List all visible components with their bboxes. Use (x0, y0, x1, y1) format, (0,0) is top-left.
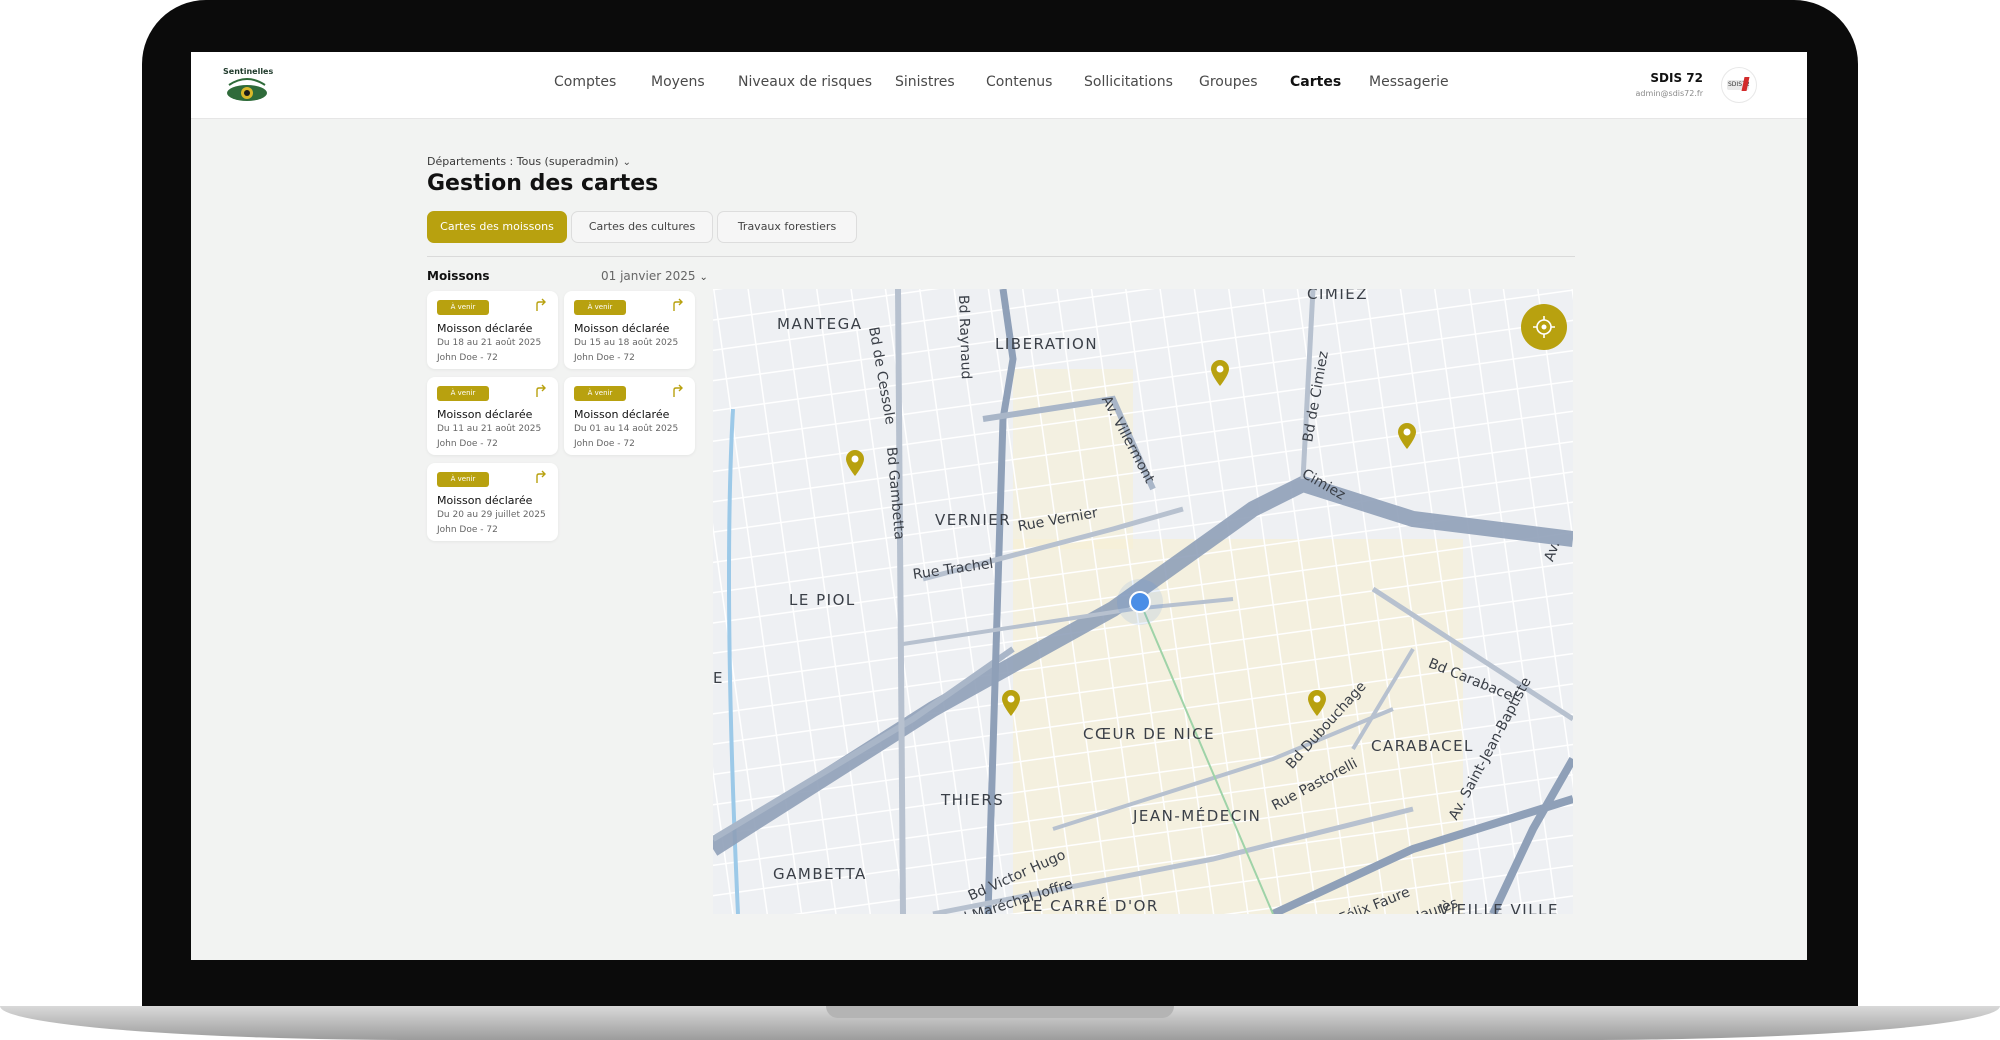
nav-cartes[interactable]: Cartes (1290, 74, 1341, 90)
date-select[interactable]: 01 janvier 2025 ⌄ (601, 269, 708, 283)
card-author: John Doe - 72 (574, 439, 635, 449)
nav-sinistres[interactable]: Sinistres (895, 74, 955, 90)
status-badge: À venir (437, 300, 489, 315)
status-badge: À venir (574, 300, 626, 315)
card-author: John Doe - 72 (437, 525, 498, 535)
tab-cartes-des-cultures[interactable]: Cartes des cultures (571, 211, 713, 243)
card-dates: Du 11 au 21 août 2025 (437, 424, 542, 434)
nav-messagerie[interactable]: Messagerie (1369, 74, 1449, 90)
harvest-card[interactable]: À venir Moisson déclarée Du 01 au 14 aoû… (564, 377, 695, 455)
district-label: MANTEGA (777, 315, 863, 333)
district-label: GAMBETTA (773, 865, 867, 883)
card-title: Moisson déclarée (574, 322, 670, 335)
district-label: JEAN-MÉDECIN (1133, 807, 1262, 825)
status-badge: À venir (437, 472, 489, 487)
page-title: Gestion des cartes (427, 171, 659, 196)
status-badge: À venir (574, 386, 626, 401)
share-arrow-icon[interactable] (534, 298, 548, 312)
current-location-marker (1129, 591, 1151, 613)
chevron-down-icon: ⌄ (622, 157, 631, 168)
street-label: Bd Raynaud (955, 294, 974, 380)
date-select-label: 01 janvier 2025 (601, 269, 696, 283)
share-arrow-icon[interactable] (534, 384, 548, 398)
chevron-down-icon: ⌄ (699, 272, 708, 283)
share-arrow-icon[interactable] (671, 298, 685, 312)
crosshair-icon (1533, 316, 1555, 338)
app-logo[interactable]: Sentinelles (223, 65, 274, 105)
card-dates: Du 18 au 21 août 2025 (437, 338, 542, 348)
district-label: E (713, 669, 724, 687)
share-arrow-icon[interactable] (671, 384, 685, 398)
nav-sollicitations[interactable]: Sollicitations (1084, 74, 1173, 90)
card-author: John Doe - 72 (574, 353, 635, 363)
district-label: LIBERATION (995, 335, 1099, 353)
tab-travaux-forestiers[interactable]: Travaux forestiers (717, 211, 857, 243)
nav-moyens[interactable]: Moyens (651, 74, 705, 90)
department-select[interactable]: Départements : Tous (superadmin) ⌄ (427, 155, 631, 168)
locate-button[interactable] (1521, 304, 1567, 350)
card-dates: Du 15 au 18 août 2025 (574, 338, 679, 348)
list-title: Moissons (427, 269, 490, 283)
district-label: LE PIOL (789, 591, 856, 609)
app-screen: Sentinelles Comptes Moyens Niveaux de ri… (191, 52, 1807, 960)
district-label: VERNIER (935, 511, 1012, 529)
user-email: admin@sdis72.fr (1635, 89, 1703, 98)
district-label: CARABACEL (1371, 737, 1474, 755)
map-pin-icon[interactable] (1209, 359, 1231, 387)
card-author: John Doe - 72 (437, 439, 498, 449)
map-pin-icon[interactable] (1306, 689, 1328, 717)
card-title: Moisson déclarée (437, 494, 533, 507)
status-badge: À venir (437, 386, 489, 401)
district-label: THIERS (941, 791, 1005, 809)
card-title: Moisson déclarée (437, 322, 533, 335)
tab-cartes-des-moissons[interactable]: Cartes des moissons (427, 211, 567, 243)
map-pin-icon[interactable] (844, 449, 866, 477)
map-pin-icon[interactable] (1000, 689, 1022, 717)
card-dates: Du 20 au 29 juillet 2025 (437, 510, 546, 520)
department-select-label: Départements : Tous (superadmin) (427, 155, 619, 168)
map-view[interactable]: MANTEGA LIBERATION VERNIER LE PIOL CŒUR … (713, 289, 1573, 914)
share-arrow-icon[interactable] (534, 470, 548, 484)
map-pin-icon[interactable] (1396, 422, 1418, 450)
nav-groupes[interactable]: Groupes (1199, 74, 1258, 90)
card-dates: Du 01 au 14 août 2025 (574, 424, 679, 434)
nav-contenus[interactable]: Contenus (986, 74, 1052, 90)
nav-niveaux-de-risques[interactable]: Niveaux de risques (738, 74, 872, 90)
avatar[interactable]: SDIS72 (1721, 67, 1757, 103)
harvest-card[interactable]: À venir Moisson déclarée Du 20 au 29 jui… (427, 463, 558, 541)
harvest-card[interactable]: À venir Moisson déclarée Du 11 au 21 aoû… (427, 377, 558, 455)
card-author: John Doe - 72 (437, 353, 498, 363)
harvest-card[interactable]: À venir Moisson déclarée Du 15 au 18 aoû… (564, 291, 695, 369)
laptop-notch (826, 1006, 1174, 1018)
district-label: CIMIEZ (1307, 289, 1369, 303)
card-title: Moisson déclarée (574, 408, 670, 421)
top-navigation: Sentinelles Comptes Moyens Niveaux de ri… (191, 52, 1807, 119)
logo-text: Sentinelles (223, 67, 274, 76)
section-divider (427, 256, 1575, 257)
harvest-card[interactable]: À venir Moisson déclarée Du 18 au 21 aoû… (427, 291, 558, 369)
district-label: CŒUR DE NICE (1083, 725, 1216, 743)
card-title: Moisson déclarée (437, 408, 533, 421)
user-name: SDIS 72 (1650, 71, 1703, 85)
nav-comptes[interactable]: Comptes (554, 74, 616, 90)
